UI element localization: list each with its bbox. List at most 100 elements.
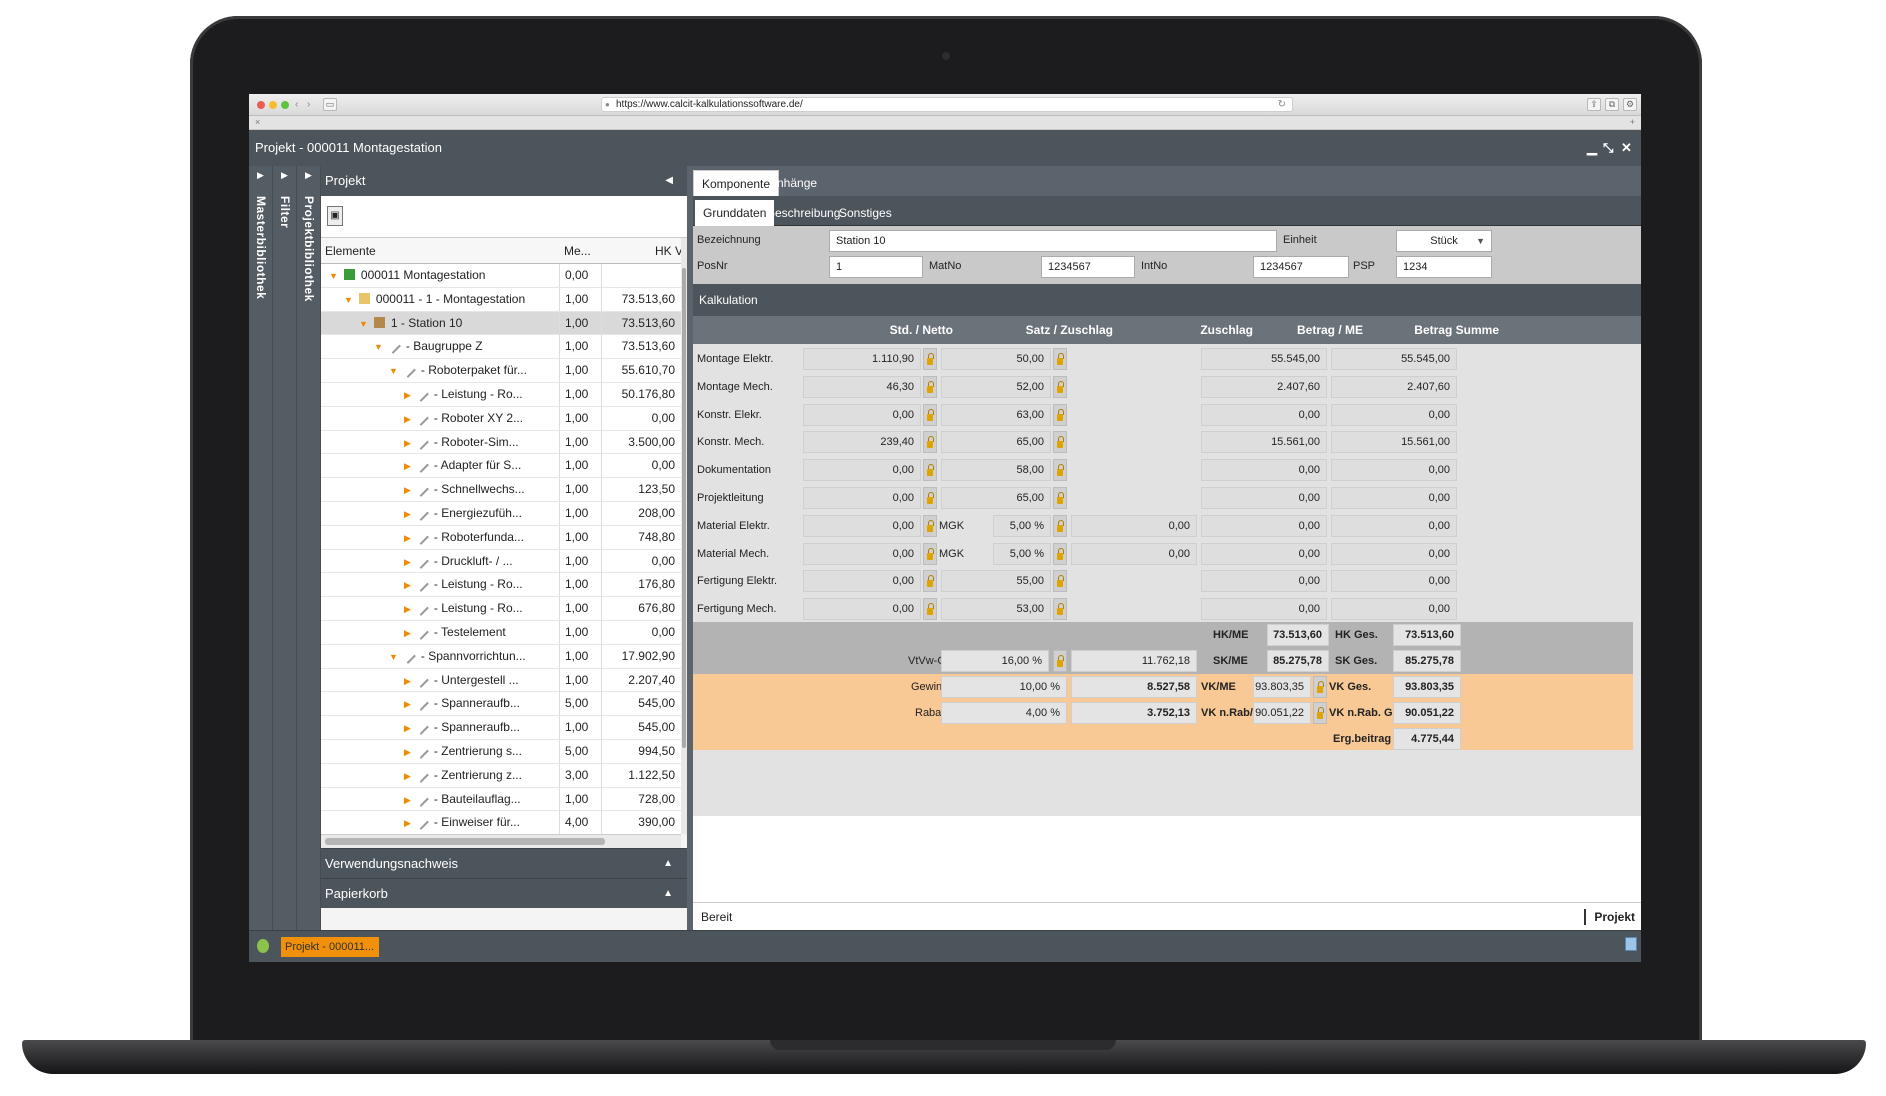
tree-row[interactable]: ▶ - Adapter für S... 1,00 0,00	[321, 454, 681, 479]
satz-zuschlag-field[interactable]: 55,00	[941, 570, 1051, 593]
tree-row[interactable]: ▶ - Zentrierung s... 5,00 994,50	[321, 739, 681, 764]
tab-sonstiges[interactable]: Sonstiges	[831, 200, 900, 226]
tree-row[interactable]: ▶ - Einweiser für... 4,00 390,00	[321, 811, 681, 834]
lock-icon[interactable]	[923, 431, 937, 454]
satz-zuschlag-field[interactable]: 53,00	[941, 598, 1051, 621]
lock-icon[interactable]	[1313, 676, 1327, 698]
sidebar-icon[interactable]: ▭	[323, 98, 337, 111]
std-netto-field[interactable]: 0,00	[803, 403, 921, 426]
tab-anhaenge[interactable]: Anhänge	[761, 170, 825, 196]
expand-arrow-icon[interactable]: ▶	[404, 455, 411, 478]
lock-icon[interactable]	[1053, 598, 1067, 621]
tree-node[interactable]: ▼ 000011 - 1 - Montagestation	[344, 288, 564, 312]
collapse-arrow-icon[interactable]: ▼	[329, 265, 338, 288]
expand-arrow-icon[interactable]: ▶	[404, 479, 411, 502]
lock-icon[interactable]	[923, 598, 937, 621]
expand-arrow-icon[interactable]: ▶	[297, 170, 320, 181]
vtvw-percent[interactable]: 16,00 %	[941, 650, 1049, 672]
expand-arrow-icon[interactable]: ▶	[404, 503, 411, 526]
tree-row[interactable]: ▶ - Schnellwechs... 1,00 123,50	[321, 478, 681, 502]
expand-arrow-icon[interactable]: ▶	[404, 432, 411, 455]
lock-icon[interactable]	[923, 459, 937, 482]
tree-row[interactable]: ▼ 1 - Station 10 1,00 73.513,60	[321, 311, 681, 336]
new-tab-icon[interactable]: +	[1630, 117, 1635, 127]
minimize-dot[interactable]	[269, 101, 277, 109]
tab-close-icon[interactable]: ×	[255, 117, 260, 127]
accordion-papierkorb[interactable]: Papierkorb ▲	[321, 878, 687, 908]
expand-arrow-icon[interactable]: ▶	[404, 765, 411, 788]
close-dot[interactable]	[257, 101, 265, 109]
tree-row[interactable]: ▼ - Baugruppe Z 1,00 73.513,60	[321, 335, 681, 360]
minimize-icon[interactable]: ▁	[1587, 130, 1597, 166]
satz-zuschlag-field[interactable]: 52,00	[941, 375, 1051, 398]
collapse-arrow-icon[interactable]: ▼	[344, 289, 353, 312]
collapse-arrow-icon[interactable]: ▼	[359, 313, 368, 336]
tree-horizontal-scrollbar[interactable]	[321, 834, 681, 848]
col-menge[interactable]: Me...	[564, 238, 591, 264]
tree-row[interactable]: ▶ - Spanneraufb... 5,00 545,00	[321, 692, 681, 717]
expand-arrow-icon[interactable]: ▶	[404, 741, 411, 764]
lock-icon[interactable]	[923, 375, 937, 398]
zoom-dot[interactable]	[281, 101, 289, 109]
expand-arrow-icon[interactable]: ▶	[404, 789, 411, 812]
lock-icon[interactable]	[1053, 348, 1067, 370]
tree-node[interactable]: ▼ 1 - Station 10	[359, 312, 579, 336]
collapse-arrow-icon[interactable]: ▼	[389, 646, 398, 669]
einheit-select[interactable]: Stück ▼	[1396, 230, 1492, 252]
std-netto-field[interactable]: 0,00	[803, 514, 921, 537]
intno-field[interactable]: 1234567	[1253, 256, 1349, 278]
lock-icon[interactable]	[1053, 514, 1067, 537]
lock-icon[interactable]	[1053, 542, 1067, 565]
lock-icon[interactable]	[1053, 570, 1067, 593]
tree-row[interactable]: ▶ - Spanneraufb... 1,00 545,00	[321, 716, 681, 740]
psp-field[interactable]: 1234	[1396, 256, 1492, 278]
expand-arrow-icon[interactable]: ▶	[404, 527, 411, 550]
tree-row[interactable]: ▶ - Bauteilauflag... 1,00 728,00	[321, 787, 681, 812]
tree-row[interactable]: ▼ - Spannvorrichtun... 1,00 17.902,90	[321, 644, 681, 669]
tree-row[interactable]: ▶ - Untergestell ... 1,00 2.207,40	[321, 668, 681, 693]
tree-row[interactable]: ▶ - Testelement 1,00 0,00	[321, 620, 681, 645]
expand-arrow-icon[interactable]: ▶	[404, 574, 411, 597]
expand-arrow-icon[interactable]: ▶	[404, 717, 411, 740]
satz-zuschlag-field[interactable]: 5,00 %	[993, 514, 1051, 537]
collapse-icon[interactable]: ◀	[665, 166, 673, 196]
tree-row[interactable]: ▶ - Roboter XY 2... 1,00 0,00	[321, 406, 681, 431]
tree-node[interactable]: ▼ 000011 Montagestation	[329, 264, 549, 288]
expand-up-icon[interactable]: ▲	[663, 849, 673, 879]
expand-arrow-icon[interactable]: ▶	[404, 408, 411, 431]
tree-row[interactable]: ▶ - Energiezufüh... 1,00 208,00	[321, 501, 681, 526]
accordion-verwendungsnachweis[interactable]: Verwendungsnachweis ▲	[321, 848, 687, 878]
tree-row[interactable]: ▶ - Roboter-Sim... 1,00 3.500,00	[321, 430, 681, 455]
std-netto-field[interactable]: 0,00	[803, 598, 921, 621]
lock-icon[interactable]	[1053, 375, 1067, 398]
tree-row[interactable]: ▶ - Roboterfunda... 1,00 748,80	[321, 525, 681, 550]
collapse-arrow-icon[interactable]: ▼	[389, 360, 398, 383]
url-bar[interactable]: ● https://www.calcit-kalkulationssoftwar…	[601, 97, 1293, 112]
expand-arrow-icon[interactable]: ▶	[273, 170, 296, 181]
rabatt-percent[interactable]: 4,00 %	[941, 702, 1067, 724]
matno-field[interactable]: 1234567	[1041, 256, 1135, 278]
tree-row[interactable]: ▼ - Roboterpaket für... 1,00 55.610,70	[321, 359, 681, 383]
tree-row[interactable]: ▶ - Zentrierung z... 3,00 1.122,50	[321, 763, 681, 788]
lock-icon[interactable]	[1053, 431, 1067, 454]
tree-row[interactable]: ▶ - Leistung - Ro... 1,00 176,80	[321, 573, 681, 598]
std-netto-field[interactable]: 0,00	[803, 542, 921, 565]
side-tab-masterbibliothek[interactable]: ▶ Masterbibliothek	[249, 166, 273, 930]
satz-zuschlag-field[interactable]: 63,00	[941, 403, 1051, 426]
restore-icon[interactable]: ⤡	[1603, 130, 1613, 166]
tree-row[interactable]: ▶ - Druckluft- / ... 1,00 0,00	[321, 549, 681, 574]
close-icon[interactable]: ✕	[1621, 130, 1632, 166]
expand-arrow-icon[interactable]: ▶	[249, 170, 272, 181]
monitor-icon[interactable]	[1625, 937, 1637, 951]
expand-arrow-icon[interactable]: ▶	[404, 812, 411, 834]
lock-icon[interactable]	[923, 542, 937, 565]
taskbar-project-item[interactable]: Projekt - 000011...	[281, 937, 379, 957]
satz-zuschlag-field[interactable]: 5,00 %	[993, 542, 1051, 565]
lock-icon[interactable]	[1053, 403, 1067, 426]
lock-icon[interactable]	[923, 514, 937, 537]
satz-zuschlag-field[interactable]: 65,00	[941, 431, 1051, 454]
lock-icon[interactable]	[923, 570, 937, 593]
tree-row[interactable]: ▶ - Leistung - Ro... 1,00 50.176,80	[321, 382, 681, 407]
col-hk[interactable]: HK	[655, 238, 672, 264]
reload-icon[interactable]: ↻	[1278, 98, 1286, 111]
